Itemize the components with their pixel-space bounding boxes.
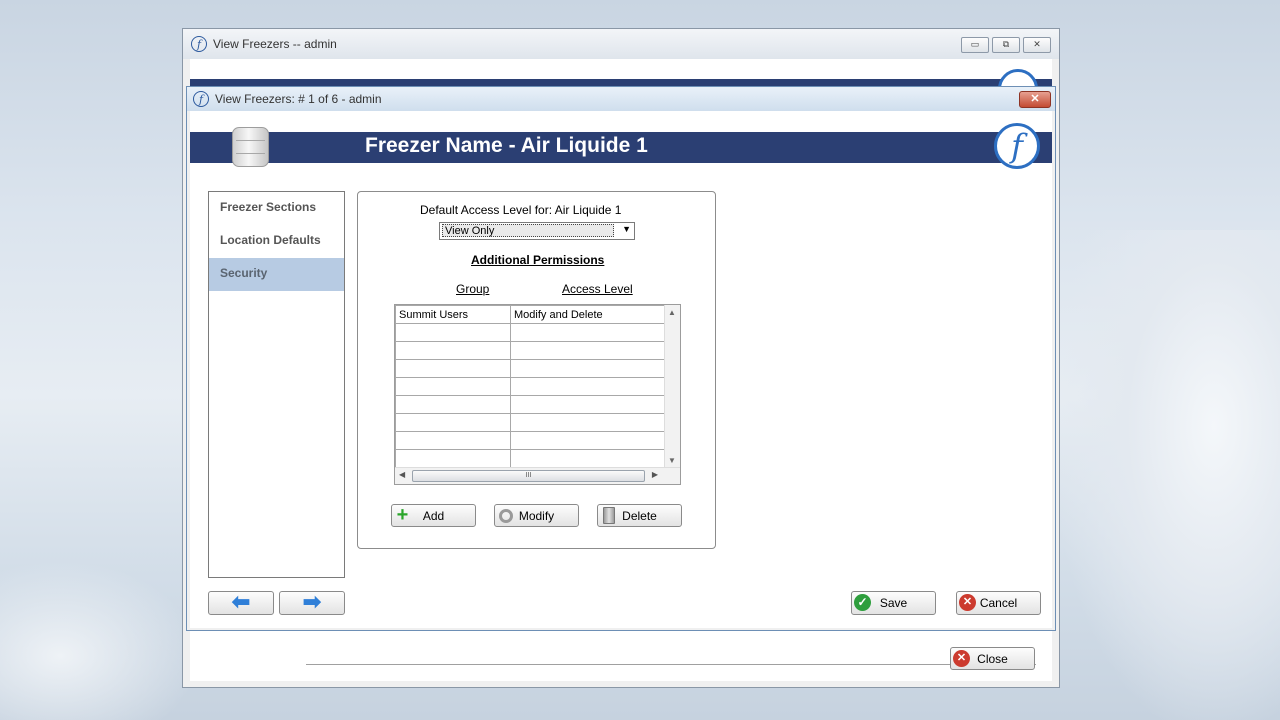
default-access-value: View Only xyxy=(442,224,614,237)
divider xyxy=(306,664,1036,665)
save-button[interactable]: ✓ Save xyxy=(851,591,936,615)
empty-cell[interactable] xyxy=(510,359,666,378)
scroll-left-icon[interactable]: ◀ xyxy=(399,470,405,479)
add-button-label: Add xyxy=(422,508,445,523)
minimize-button[interactable]: ▭ xyxy=(961,37,989,53)
table-row[interactable] xyxy=(395,449,666,468)
empty-cell[interactable] xyxy=(510,377,666,396)
scroll-right-icon[interactable]: ▶ xyxy=(652,470,658,479)
outer-close-x-button[interactable]: ✕ xyxy=(1023,37,1051,53)
empty-cell[interactable] xyxy=(510,395,666,414)
empty-cell[interactable] xyxy=(510,413,666,432)
add-button[interactable]: + Add xyxy=(391,504,476,527)
app-logo-icon: f xyxy=(191,36,207,52)
brand-logo-icon: f xyxy=(994,123,1040,169)
empty-cell[interactable] xyxy=(510,449,666,468)
section-nav: Freezer Sections Location Defaults Secur… xyxy=(208,191,345,578)
table-row[interactable]: Summit Users Modify and Delete xyxy=(395,305,666,324)
cancel-button-label: Cancel xyxy=(979,596,1018,610)
table-row[interactable] xyxy=(395,377,666,396)
database-icon xyxy=(232,127,269,167)
close-button-label: Close xyxy=(977,651,1008,666)
background-snow xyxy=(1060,230,1280,720)
page-title: Freezer Name - Air Liquide 1 xyxy=(365,134,648,157)
outer-titlebar[interactable]: f View Freezers -- admin ▭ ⧉ ✕ xyxy=(183,29,1059,59)
empty-cell[interactable] xyxy=(395,449,511,468)
outer-window-title: View Freezers -- admin xyxy=(213,37,337,51)
table-row[interactable] xyxy=(395,323,666,342)
nav-item-security[interactable]: Security xyxy=(209,258,344,291)
arrow-right-icon: ➡ xyxy=(302,589,322,614)
empty-cell[interactable] xyxy=(395,431,511,450)
empty-cell[interactable] xyxy=(510,431,666,450)
inner-titlebar[interactable]: f View Freezers: # 1 of 6 - admin ✕ xyxy=(187,87,1055,111)
table-row[interactable] xyxy=(395,341,666,360)
empty-cell[interactable] xyxy=(395,377,511,396)
column-header-group[interactable]: Group xyxy=(456,282,489,296)
empty-cell[interactable] xyxy=(510,323,666,342)
default-access-label: Default Access Level for: Air Liquide 1 xyxy=(420,203,622,217)
inner-client-area: Freezer Name - Air Liquide 1 f Freezer S… xyxy=(190,111,1052,628)
scroll-thumb[interactable]: III xyxy=(412,470,645,482)
cancel-button[interactable]: ✕ Cancel xyxy=(956,591,1041,615)
empty-cell[interactable] xyxy=(395,341,511,360)
app-logo-icon: f xyxy=(193,91,209,107)
table-row[interactable] xyxy=(395,413,666,432)
save-button-label: Save xyxy=(879,596,908,610)
restore-button[interactable]: ⧉ xyxy=(992,37,1020,53)
arrow-left-icon: ⬅ xyxy=(231,589,251,614)
permissions-grid[interactable]: Summit Users Modify and Delete ▲ ▼ ◀ III… xyxy=(394,304,681,485)
modify-button[interactable]: Modify xyxy=(494,504,579,527)
scroll-up-icon[interactable]: ▲ xyxy=(668,308,676,317)
horizontal-scrollbar[interactable]: ◀ III ▶ xyxy=(395,467,680,484)
inner-close-button[interactable]: ✕ xyxy=(1019,91,1051,108)
table-row[interactable] xyxy=(395,395,666,414)
close-button[interactable]: ✕ Close xyxy=(950,647,1035,670)
inner-window-title: View Freezers: # 1 of 6 - admin xyxy=(215,92,382,106)
cell-group[interactable]: Summit Users xyxy=(395,305,511,324)
table-row[interactable] xyxy=(395,359,666,378)
modify-button-label: Modify xyxy=(518,508,555,523)
previous-record-button[interactable]: ⬅ xyxy=(208,591,274,615)
security-panel: Default Access Level for: Air Liquide 1 … xyxy=(357,191,716,549)
nav-item-freezer-sections[interactable]: Freezer Sections xyxy=(209,192,344,225)
empty-cell[interactable] xyxy=(395,323,511,342)
empty-cell[interactable] xyxy=(395,395,511,414)
delete-button[interactable]: Delete xyxy=(597,504,682,527)
table-row[interactable] xyxy=(395,431,666,450)
dropdown-arrow-icon: ▼ xyxy=(622,224,631,234)
cell-access[interactable]: Modify and Delete xyxy=(510,305,666,324)
scroll-down-icon[interactable]: ▼ xyxy=(668,456,676,465)
additional-permissions-heading: Additional Permissions xyxy=(471,253,605,267)
inner-window: f View Freezers: # 1 of 6 - admin ✕ Free… xyxy=(186,86,1056,631)
background-snow xyxy=(0,560,200,720)
nav-item-location-defaults[interactable]: Location Defaults xyxy=(209,225,344,258)
empty-cell[interactable] xyxy=(395,359,511,378)
next-record-button[interactable]: ➡ xyxy=(279,591,345,615)
vertical-scrollbar[interactable]: ▲ ▼ xyxy=(664,305,680,467)
empty-cell[interactable] xyxy=(395,413,511,432)
header-banner: Freezer Name - Air Liquide 1 xyxy=(190,132,1052,163)
empty-cell[interactable] xyxy=(510,341,666,360)
delete-button-label: Delete xyxy=(622,508,657,523)
default-access-select[interactable]: View Only ▼ xyxy=(439,222,635,240)
column-header-access-level[interactable]: Access Level xyxy=(562,282,633,296)
